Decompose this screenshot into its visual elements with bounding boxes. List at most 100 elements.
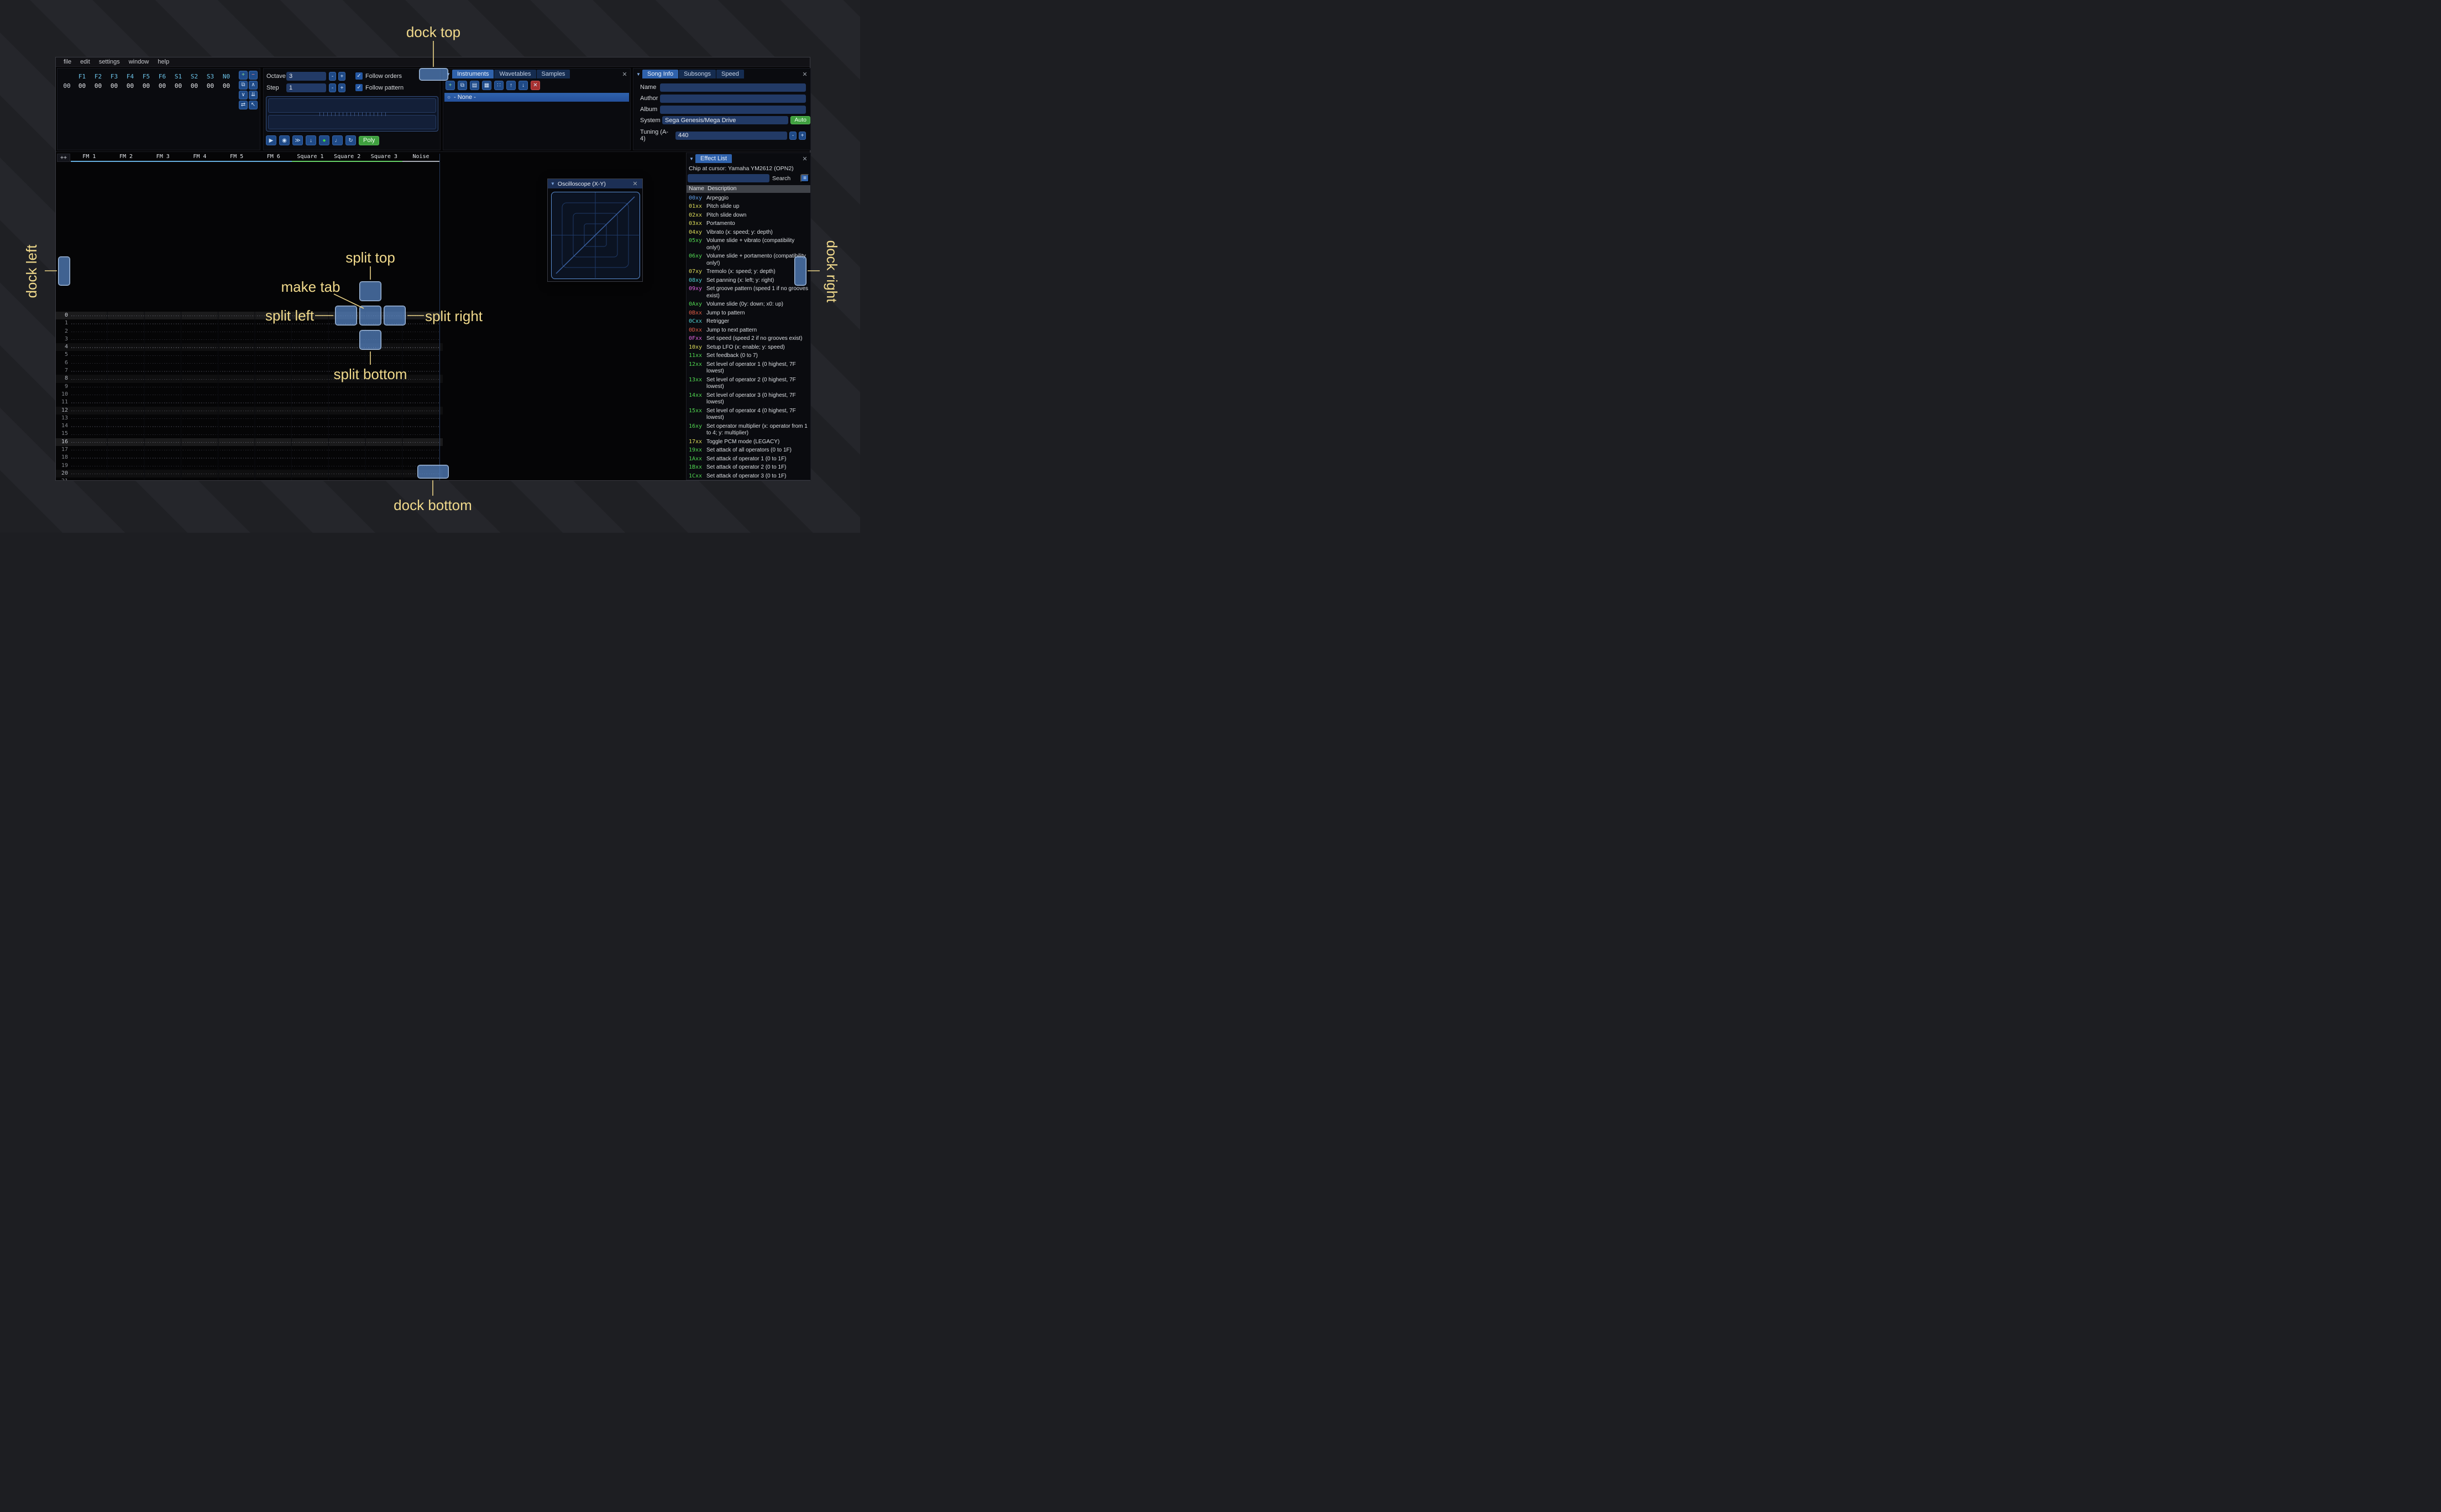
effect-row[interactable]: 11xx Set feedback (0 to 7) bbox=[687, 352, 810, 361]
order-move-down-button[interactable]: ∨ bbox=[239, 91, 248, 99]
order-duplicate-end-button[interactable]: ⇊ bbox=[249, 91, 258, 99]
order-duplicate-button[interactable]: ⧉ bbox=[239, 81, 248, 90]
order-cell[interactable]: 00 bbox=[106, 82, 122, 90]
dock-top-target[interactable] bbox=[419, 68, 448, 81]
order-cell[interactable]: 00 bbox=[202, 82, 218, 90]
dock-bottom-target[interactable] bbox=[417, 465, 449, 479]
pattern-row[interactable]: 9 bbox=[56, 383, 443, 391]
menu-edit[interactable]: edit bbox=[76, 59, 95, 65]
effect-row[interactable]: 14xx Set level of operator 3 (0 highest,… bbox=[687, 391, 810, 407]
instrument-open-button[interactable]: ▤ bbox=[470, 81, 479, 90]
FM 1[interactable]: FM 1 bbox=[71, 154, 108, 162]
FM 4[interactable]: FM 4 bbox=[181, 154, 218, 162]
pattern-row[interactable]: 11 bbox=[56, 398, 443, 406]
field-input[interactable] bbox=[660, 105, 806, 114]
make-tab-target[interactable] bbox=[359, 306, 381, 326]
effect-row[interactable]: 0Axy Volume slide (0y: down; x0: up) bbox=[687, 301, 810, 309]
close-icon[interactable]: ✕ bbox=[620, 70, 629, 78]
split-left-target[interactable] bbox=[335, 306, 357, 326]
effect-row[interactable]: 0Bxx Jump to pattern bbox=[687, 309, 810, 318]
dock-left-target[interactable] bbox=[58, 256, 70, 286]
pattern-row[interactable]: 16 bbox=[56, 438, 443, 447]
field-input[interactable] bbox=[660, 83, 806, 92]
order-move-up-button[interactable]: ∧ bbox=[249, 81, 258, 90]
effect-row[interactable]: 17xx Toggle PCM mode (LEGACY) bbox=[687, 438, 810, 447]
order-remove-button[interactable]: − bbox=[249, 71, 258, 80]
hamburger-menu-icon[interactable]: ≡ bbox=[800, 174, 809, 182]
tab-instruments[interactable]: Instruments bbox=[452, 70, 494, 78]
order-cell[interactable]: 00 bbox=[90, 82, 106, 90]
tab-speed[interactable]: Speed bbox=[716, 70, 744, 78]
pattern-row[interactable]: 15 bbox=[56, 430, 443, 438]
play-button[interactable]: ▶ bbox=[266, 135, 276, 145]
instrument-duplicate-button[interactable]: ⧉ bbox=[458, 81, 467, 90]
effect-row[interactable]: 15xx Set level of operator 4 (0 highest,… bbox=[687, 407, 810, 422]
menu-file[interactable]: file bbox=[59, 59, 76, 65]
instrument-save-button[interactable]: ▦ bbox=[482, 81, 491, 90]
effect-row[interactable]: 03xx Portamento bbox=[687, 220, 810, 229]
effect-row[interactable]: 0Fxx Set speed (speed 2 if no grooves ex… bbox=[687, 335, 810, 344]
metronome-button[interactable]: ♩ bbox=[332, 135, 343, 145]
effect-row[interactable]: 04xy Vibrato (x: speed; y: depth) bbox=[687, 228, 810, 237]
pattern-row[interactable]: 3 bbox=[56, 335, 443, 343]
chevron-down-icon[interactable]: ▼ bbox=[551, 180, 555, 188]
FM 5[interactable]: FM 5 bbox=[218, 154, 255, 162]
effect-row[interactable]: 1Bxx Set attack of operator 2 (0 to 1F) bbox=[687, 464, 810, 473]
split-right-target[interactable] bbox=[384, 306, 406, 326]
repeat-pattern-button[interactable]: ↻ bbox=[345, 135, 356, 145]
effect-row[interactable]: 1Axx Set attack of operator 1 (0 to 1F) bbox=[687, 455, 810, 464]
field-input[interactable] bbox=[660, 94, 806, 103]
pattern-row[interactable]: 20 bbox=[56, 469, 443, 478]
pattern-expand-button[interactable]: ++ bbox=[57, 154, 70, 162]
FM 2[interactable]: FM 2 bbox=[107, 154, 145, 162]
effect-row[interactable]: 0Cxx Retrigger bbox=[687, 318, 810, 327]
instrument-move-up-button[interactable]: ↑ bbox=[506, 81, 516, 90]
split-bottom-target[interactable] bbox=[359, 330, 381, 350]
oscilloscope-titlebar[interactable]: ▼ Oscilloscope (X-Y) ✕ bbox=[548, 179, 642, 188]
chevron-down-icon[interactable]: ▼ bbox=[688, 154, 695, 163]
pattern-row[interactable]: 14 bbox=[56, 422, 443, 430]
order-row[interactable]: 00 00 00 00 00 00 00 00 00 00 00 bbox=[60, 81, 234, 91]
dock-right-target[interactable] bbox=[794, 256, 806, 286]
Square 3[interactable]: Square 3 bbox=[365, 154, 403, 162]
order-change-mode-button[interactable]: ⇄ bbox=[239, 101, 248, 109]
order-cell[interactable]: 00 bbox=[154, 82, 170, 90]
edit-record-button[interactable]: ● bbox=[319, 135, 329, 145]
play-pattern-button[interactable]: ≫ bbox=[292, 135, 303, 145]
tuning-input[interactable] bbox=[675, 131, 787, 140]
close-icon[interactable]: ✕ bbox=[800, 70, 809, 78]
order-cell[interactable]: 00 bbox=[218, 82, 234, 90]
effect-row[interactable]: 19xx Set attack of all operators (0 to 1… bbox=[687, 447, 810, 455]
effect-row[interactable]: 12xx Set level of operator 1 (0 highest,… bbox=[687, 360, 810, 376]
menu-settings[interactable]: settings bbox=[95, 59, 124, 65]
FM 3[interactable]: FM 3 bbox=[144, 154, 182, 162]
pattern-row[interactable]: 17 bbox=[56, 446, 443, 454]
octave-increase-button[interactable]: + bbox=[338, 72, 345, 81]
stop-button[interactable]: ◉ bbox=[279, 135, 290, 145]
note-preview[interactable] bbox=[266, 96, 438, 132]
pattern-row[interactable]: 13 bbox=[56, 414, 443, 422]
order-cell[interactable]: 00 bbox=[186, 82, 202, 90]
effect-row[interactable]: 07xy Tremolo (x: speed; y: depth) bbox=[687, 268, 810, 277]
instrument-item-none[interactable]: ○ - None - bbox=[444, 93, 629, 102]
step-input[interactable] bbox=[286, 83, 326, 92]
pattern-row[interactable]: 21 bbox=[56, 477, 443, 480]
pattern-row[interactable]: 10 bbox=[56, 391, 443, 398]
instrument-move-down-button[interactable]: ↓ bbox=[518, 81, 528, 90]
tab-wavetables[interactable]: Wavetables bbox=[494, 70, 536, 78]
Noise[interactable]: Noise bbox=[402, 154, 439, 162]
effect-search-input[interactable] bbox=[688, 174, 769, 182]
effect-row[interactable]: 13xx Set level of operator 2 (0 highest,… bbox=[687, 376, 810, 391]
effect-row[interactable]: 10xy Setup LFO (x: enable; y: speed) bbox=[687, 343, 810, 352]
chevron-down-icon[interactable]: ▼ bbox=[635, 70, 642, 78]
split-top-target[interactable] bbox=[359, 281, 381, 301]
effect-row[interactable]: 09xy Set groove pattern (speed 1 if no g… bbox=[687, 285, 810, 301]
pattern-row[interactable]: 19 bbox=[56, 462, 443, 470]
FM 6[interactable]: FM 6 bbox=[255, 154, 292, 162]
pattern-row[interactable]: 2 bbox=[56, 328, 443, 335]
order-cell[interactable]: 00 bbox=[138, 82, 154, 90]
instrument-folder-toggle-button[interactable]: ∷ bbox=[494, 81, 504, 90]
step-decrease-button[interactable]: - bbox=[329, 83, 336, 92]
instrument-add-button[interactable]: + bbox=[446, 81, 455, 90]
effect-row[interactable]: 05xy Volume slide + vibrato (compatibili… bbox=[687, 237, 810, 253]
